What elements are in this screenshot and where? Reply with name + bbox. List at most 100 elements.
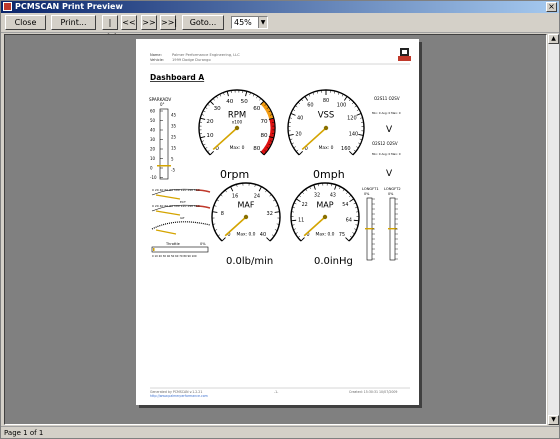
spark-right-tick-label: 25 xyxy=(171,135,177,140)
rpm-tick-label: 20 xyxy=(206,119,214,125)
maf-hub xyxy=(243,214,249,220)
rpm-tick-label: 80 xyxy=(260,133,268,139)
vss-max: Max: 0 xyxy=(319,145,334,151)
spark-right-tick-label: 45 xyxy=(171,113,177,118)
close-button[interactable]: Close xyxy=(5,15,46,30)
title-bar: PCMSCAN Print Preview × xyxy=(1,1,559,13)
print-button[interactable]: Print... xyxy=(51,15,96,30)
maf-max: Max: 0.0 xyxy=(237,232,256,238)
last-page-button[interactable]: >>| xyxy=(160,15,177,30)
o2s11-minmax: Min: 0 Avg: 0 Max: 0 xyxy=(372,111,401,115)
maf-reading: 0.0lb/min xyxy=(226,256,273,267)
svg-text:0 20 40 60 80 100 120 140 160: 0 20 40 60 80 100 120 140 160 xyxy=(152,204,200,208)
scroll-down-icon[interactable]: ▼ xyxy=(548,415,559,425)
vss-tick-label: 160 xyxy=(341,146,351,152)
spark-right-tick-label: -5 xyxy=(171,168,175,173)
vss-name: VSS xyxy=(318,110,335,120)
rpm-tick-label: 40 xyxy=(226,99,234,105)
vertical-scrollbar[interactable]: ▲ ▼ xyxy=(548,34,559,425)
spark-tick-label: 50 xyxy=(150,118,156,123)
map-tick-label: 11 xyxy=(298,218,304,224)
vss-tick-label: 20 xyxy=(295,131,301,137)
longft2-pct: 0% xyxy=(388,192,394,196)
map-name: MAP xyxy=(316,200,333,209)
spark-right-tick-label: 5 xyxy=(171,157,174,162)
spark-tick-label: 40 xyxy=(150,128,156,133)
throttle-arc-gauge xyxy=(151,221,211,235)
throttle-scale: 0 10 20 30 40 50 60 70 80 90 100 xyxy=(152,254,197,258)
vss-tick-label: 140 xyxy=(349,131,359,137)
map-tick-label: 22 xyxy=(302,202,308,208)
o2s11-label: O2S11 O2SV xyxy=(374,96,400,101)
map-tick-label: 64 xyxy=(346,218,352,224)
rpm-max: Max: 0 xyxy=(230,145,245,151)
o2s11-unit: V xyxy=(386,125,393,135)
spark-tick-label: 0 xyxy=(150,166,153,171)
longft1-label: LONGFT1 xyxy=(362,187,379,191)
rpm-tick-label: 10 xyxy=(206,133,214,139)
spark-right-tick-label: 15 xyxy=(171,146,177,151)
zoom-select[interactable]: 45% ▼ xyxy=(231,16,268,29)
vss-tick-label: 100 xyxy=(337,103,347,109)
footer-created: Created: 15:30:31 10/07/2009 xyxy=(349,390,397,394)
window-close-button[interactable]: × xyxy=(546,2,557,12)
zoom-value: 45% xyxy=(234,18,252,27)
first-page-button[interactable]: |<< xyxy=(102,15,118,40)
map-tick-label: 32 xyxy=(314,192,320,198)
rpm-tick-label: 80 xyxy=(253,146,261,152)
footer-url[interactable]: http://www.palmerperformance.com xyxy=(150,394,208,398)
map-hub xyxy=(322,214,328,220)
scroll-up-icon[interactable]: ▲ xyxy=(548,34,559,44)
toolbar: Close Print... |<< << >> >>| Goto... 45%… xyxy=(1,13,559,40)
chevron-down-icon[interactable]: ▼ xyxy=(258,17,267,28)
longft1-pct: 0% xyxy=(364,192,370,196)
throttle-bar-gauge: Throttle 0% 0 10 20 30 40 50 60 70 80 90… xyxy=(151,242,209,258)
page-status: Page 1 of 1 xyxy=(4,429,44,437)
vehicle-label: Vehicle: xyxy=(150,58,164,62)
footer-page: -1- xyxy=(274,390,278,394)
print-preview-window: PCMSCAN Print Preview × Close Print... |… xyxy=(0,0,560,439)
map-tick-label: 75 xyxy=(339,232,345,238)
goto-button[interactable]: Goto... xyxy=(182,15,224,30)
maf-tick-label: 24 xyxy=(254,194,260,200)
name-label: Name: xyxy=(150,53,162,57)
throttle-pct: 0% xyxy=(200,242,206,246)
rpm-warning-arc xyxy=(260,101,274,120)
map-max: Max: 0.0 xyxy=(316,232,335,238)
map-tick-label: 43 xyxy=(330,192,336,198)
maf-tick-label: 40 xyxy=(260,232,266,238)
maf-gauge: 0816 243240MAFMax: 0.0 xyxy=(211,182,281,242)
vss-reading: 0mph xyxy=(313,168,345,181)
iat-gauge: 0 20 40 60 80 100 120 140 160 IAT xyxy=(151,204,211,220)
maf-tick-label: 16 xyxy=(232,194,238,200)
vss-tick-label: 80 xyxy=(323,98,329,104)
next-page-button[interactable]: >> xyxy=(141,15,157,30)
report-page-canvas: Name: Palmer Performance Engineering, LL… xyxy=(149,48,411,398)
throttle-label: Throttle xyxy=(165,242,180,246)
maf-tick-label: 8 xyxy=(221,211,224,217)
spark-tick-label: -10 xyxy=(150,175,157,180)
prev-page-button[interactable]: << xyxy=(121,15,137,30)
spark-tick-label: 20 xyxy=(150,147,156,152)
spark-tick-label: 10 xyxy=(150,156,156,161)
o2s12-label: O2S12 O2SV xyxy=(372,141,398,146)
map-tick-label: 54 xyxy=(342,202,348,208)
rpm-tick-label: 70 xyxy=(260,119,268,125)
window-title: PCMSCAN Print Preview xyxy=(15,2,123,11)
rpm-tick-label: 60 xyxy=(253,106,261,112)
svg-text:0 20 40 60 80 100 120 140 160: 0 20 40 60 80 100 120 140 160 xyxy=(152,188,200,192)
vss-tick-label: 40 xyxy=(297,115,303,121)
spark-right-tick-label: 35 xyxy=(171,124,177,129)
longft2-label: LONGFT2 xyxy=(384,187,401,191)
rpm-gauge: 010203040 5060708080RPMx100Max: 0 xyxy=(198,89,276,156)
vss-tick-label: 120 xyxy=(347,115,357,121)
map-gauge: 0112232 43546475MAPMax: 0.0 xyxy=(290,182,360,242)
maf-name: MAF xyxy=(238,200,255,209)
vehicle-value: 1999 Dodge Durango xyxy=(172,58,211,62)
status-bar: Page 1 of 1 xyxy=(1,426,559,438)
maf-tick-label: 32 xyxy=(267,211,273,217)
iat-label: IAT xyxy=(180,216,185,220)
rpm-tick-label: 50 xyxy=(241,99,249,105)
ect-gauge: 0 20 40 60 80 100 120 140 160 ECT xyxy=(151,188,211,204)
o2s12-unit: V xyxy=(386,169,393,179)
